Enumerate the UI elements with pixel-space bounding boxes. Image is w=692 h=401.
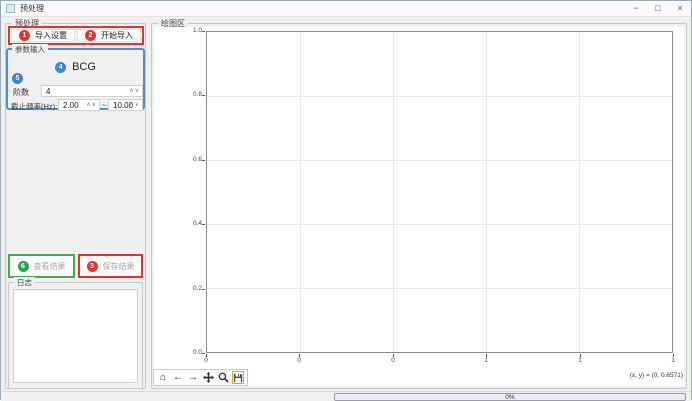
- badge-2: 2: [85, 30, 96, 41]
- cutoff-high-spinbox[interactable]: 10.00 ∧ ∨: [108, 99, 143, 111]
- start-import-button[interactable]: 2 开始导入: [77, 29, 141, 42]
- badge-5: 5: [12, 73, 23, 84]
- x-tick-label: 1: [578, 357, 582, 364]
- gridline-h: [207, 96, 672, 97]
- plot-axes[interactable]: [206, 31, 673, 353]
- gridline-v: [393, 32, 394, 352]
- window-title: 预处理: [20, 3, 44, 14]
- gridline-v: [300, 32, 301, 352]
- signal-type-label: BCG: [72, 61, 96, 73]
- gridline-h: [207, 160, 672, 161]
- view-results-button[interactable]: 6 查看结果: [8, 254, 75, 278]
- close-button[interactable]: ×: [669, 1, 691, 17]
- y-tick-label: 0.6: [184, 156, 202, 163]
- window-controls: − □ ×: [625, 1, 691, 17]
- mpl-toolbar: ⌂ ← →: [153, 369, 248, 386]
- y-tick: [202, 160, 205, 161]
- gridline-h: [207, 288, 672, 289]
- x-tick-label: 0: [297, 357, 301, 364]
- cutoff-row: 截止频率(Hz): 2.00 ∧ ∨ ~ 10.00 ∧ ∨: [8, 99, 143, 112]
- x-tick-label: 1: [484, 357, 488, 364]
- back-icon[interactable]: ←: [172, 371, 184, 384]
- import-button-row: 1 导入设置 2 开始导入: [8, 26, 144, 45]
- app-icon: [6, 4, 15, 13]
- order-label: 阶数: [13, 87, 29, 98]
- params-group: 参数输入 4 BCG 5 阶数 4 ∧ ∨ 截止频率(Hz): 2.00 ∧ ∨: [6, 48, 145, 110]
- forward-icon[interactable]: →: [187, 371, 199, 384]
- x-tick-label: 0: [204, 357, 208, 364]
- x-tick-label: 0: [391, 357, 395, 364]
- pan-icon[interactable]: [202, 371, 214, 384]
- cutoff-low-spinbox[interactable]: 2.00 ∧ ∨: [58, 99, 100, 111]
- signal-type-row: 4 BCG: [8, 61, 143, 73]
- start-import-label: 开始导入: [101, 30, 133, 41]
- y-tick: [202, 95, 205, 96]
- cutoff-high-spin-down-icon[interactable]: ∨: [135, 100, 140, 111]
- order-row: 阶数 4 ∧ ∨: [8, 85, 143, 98]
- minimize-button[interactable]: −: [625, 1, 647, 17]
- cursor-coords-readout: (x, y) = (0, 0.6571): [630, 372, 683, 379]
- y-tick: [202, 353, 205, 354]
- cutoff-label: 截止频率(Hz):: [11, 101, 57, 112]
- import-settings-button[interactable]: 1 导入设置: [11, 29, 75, 42]
- y-tick-label: 0.0: [184, 349, 202, 356]
- view-results-label: 查看结果: [34, 261, 66, 272]
- badge-1: 1: [19, 30, 30, 41]
- order-value: 4: [46, 87, 50, 96]
- params-group-label: 参数输入: [12, 44, 48, 55]
- app-window: 预处理 − □ × 预处理 1 导入设置 2 开始导入 参数输入 4 BCG 5…: [0, 0, 692, 400]
- y-tick: [202, 289, 205, 290]
- y-tick-label: 0.8: [184, 91, 202, 98]
- log-group-label: 日志: [14, 277, 35, 288]
- y-tick: [202, 31, 205, 32]
- badge-6: 6: [18, 261, 29, 272]
- maximize-button[interactable]: □: [647, 1, 669, 17]
- gridline-v: [486, 32, 487, 352]
- badge-3: 3: [87, 261, 98, 272]
- range-separator: ~: [102, 101, 107, 110]
- order-spin-down-icon[interactable]: ∨: [135, 86, 140, 97]
- gridline-v: [579, 32, 580, 352]
- badge-4: 4: [55, 62, 66, 73]
- home-icon[interactable]: ⌂: [157, 371, 169, 384]
- save-icon[interactable]: [232, 371, 244, 384]
- y-tick: [202, 224, 205, 225]
- titlebar: 预处理 − □ ×: [1, 1, 691, 17]
- order-spinbox[interactable]: 4 ∧ ∨: [41, 85, 143, 97]
- y-tick-label: 0.4: [184, 220, 202, 227]
- gridline-h: [207, 224, 672, 225]
- cutoff-low-value: 2.00: [63, 101, 79, 110]
- log-textarea[interactable]: [13, 289, 138, 383]
- y-tick-label: 0.2: [184, 285, 202, 292]
- save-results-label: 保存结果: [103, 261, 135, 272]
- y-tick-label: 1.0: [184, 27, 202, 34]
- save-results-button[interactable]: 3 保存结果: [78, 254, 143, 278]
- x-tick-label: 1: [671, 357, 675, 364]
- zoom-icon[interactable]: [217, 371, 229, 384]
- log-group: 日志: [8, 282, 143, 389]
- import-settings-label: 导入设置: [35, 30, 67, 41]
- cutoff-low-spin-down-icon[interactable]: ∨: [92, 100, 97, 111]
